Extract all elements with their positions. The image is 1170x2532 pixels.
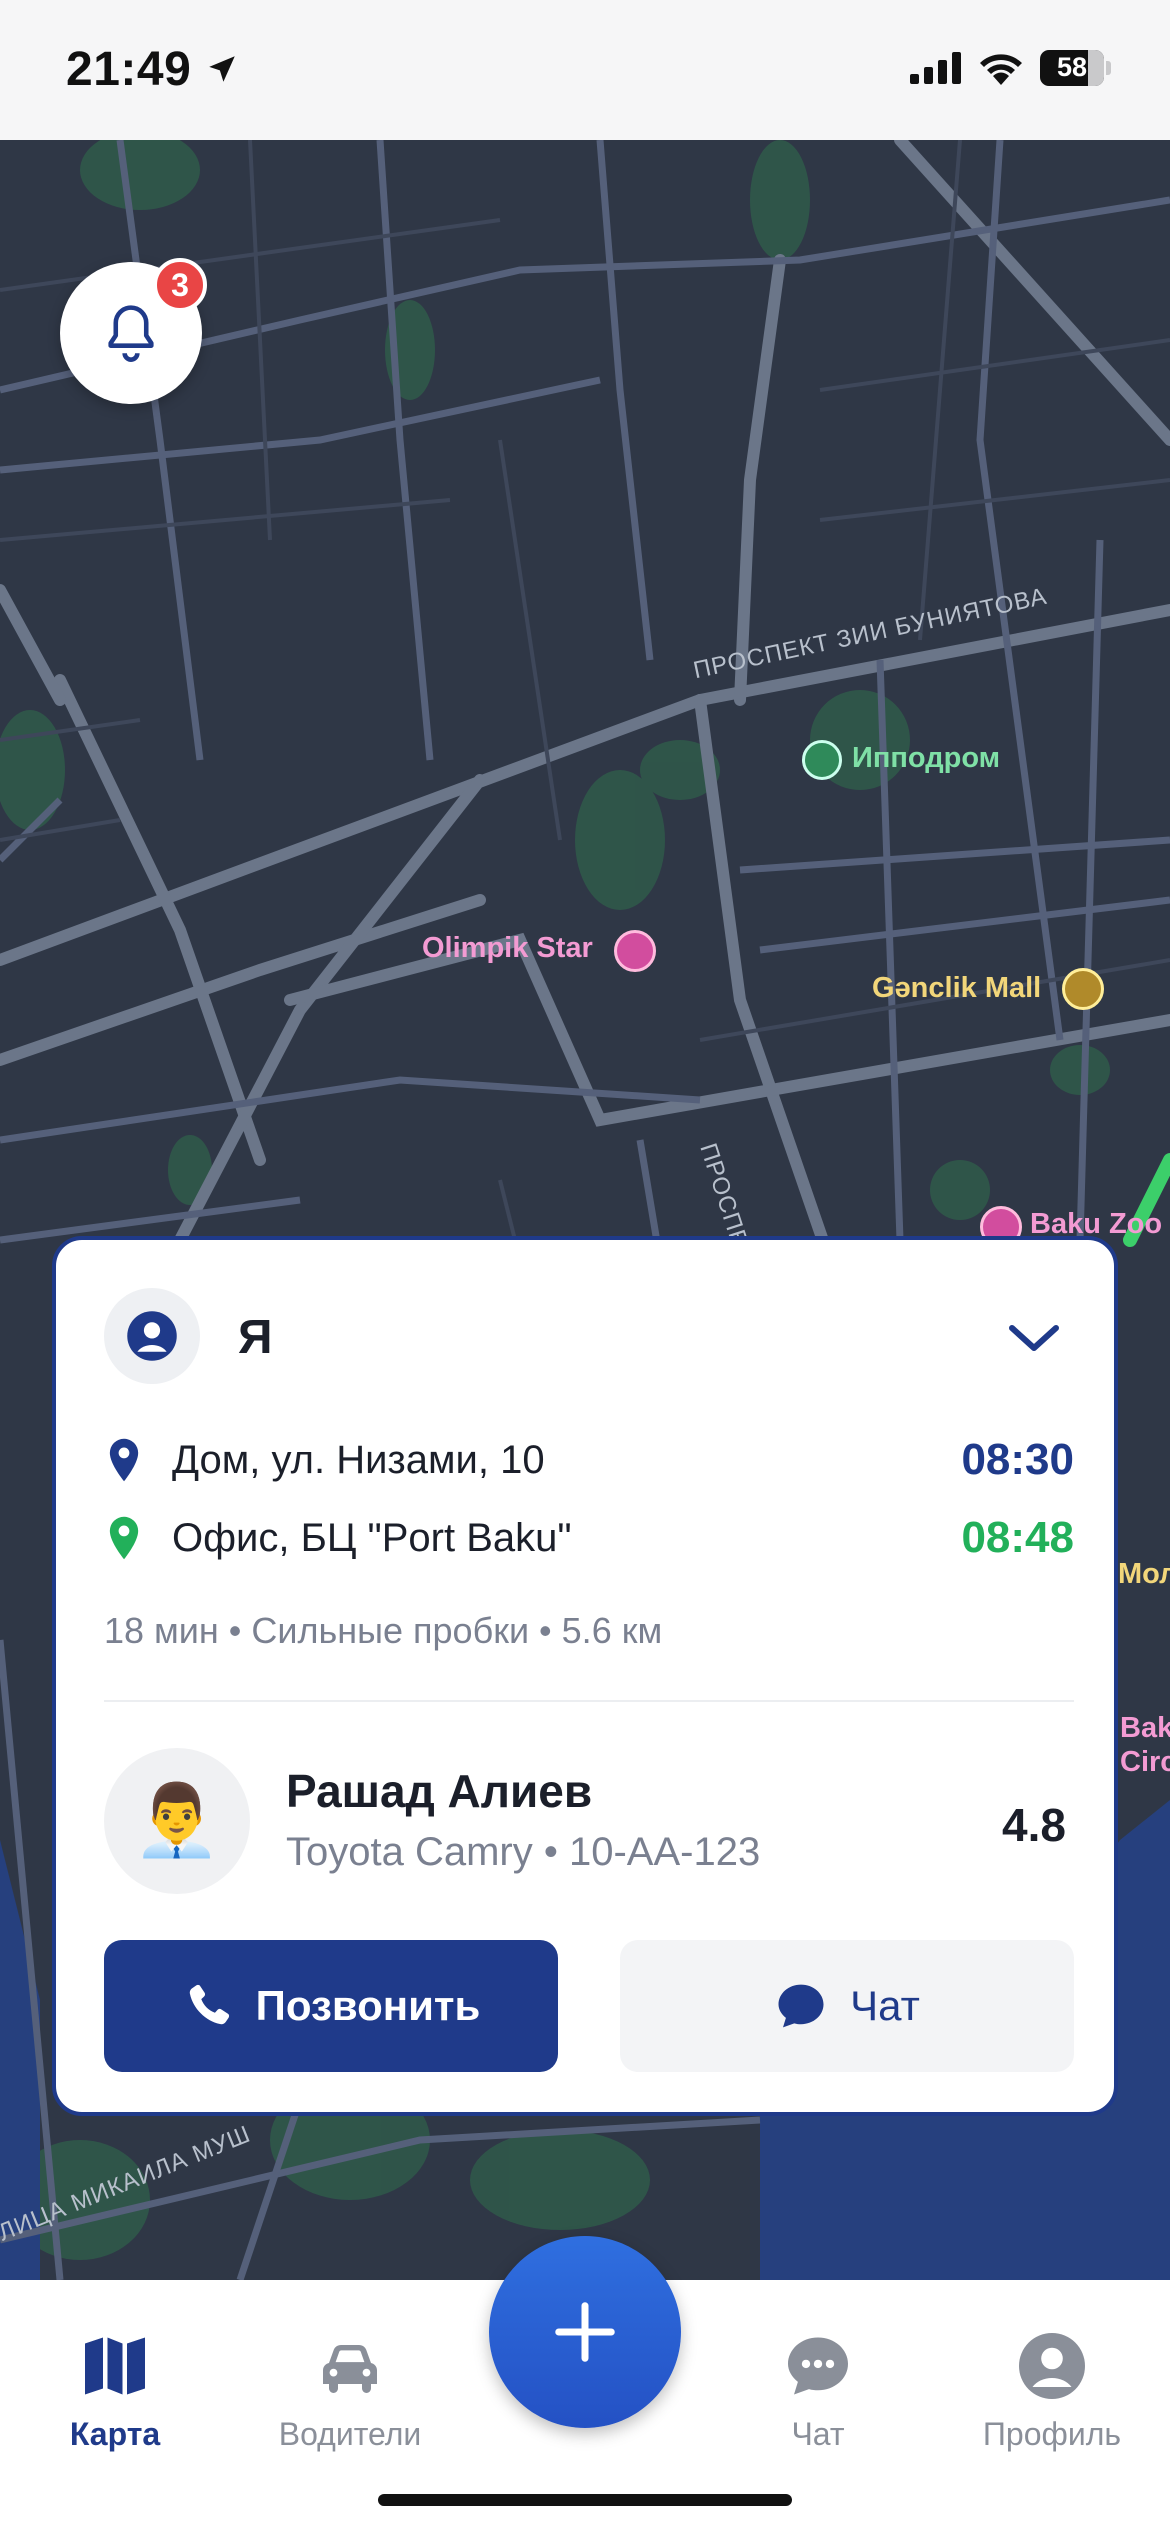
- poi-label: Bak: [1120, 1712, 1170, 1744]
- status-indicators: 58: [910, 50, 1111, 86]
- origin-pin-icon: [104, 1438, 144, 1482]
- poi-label[interactable]: Ипподром: [852, 742, 1000, 775]
- profile-icon: [1019, 2333, 1085, 2399]
- poi-bowling-icon[interactable]: [614, 930, 656, 972]
- tab-map[interactable]: Карта: [15, 2330, 215, 2453]
- chat-bubble-icon: [788, 2337, 848, 2395]
- poi-label: Circ: [1120, 1746, 1170, 1778]
- status-time: 21:49: [66, 43, 192, 96]
- call-button[interactable]: Позвонить: [104, 1940, 558, 2072]
- departure-time: 08:30: [961, 1435, 1074, 1484]
- bell-icon: [108, 305, 154, 362]
- poi-label[interactable]: Olimpik Star: [422, 932, 593, 965]
- tab-label: Чат: [791, 2416, 845, 2452]
- phone-icon: [189, 1984, 229, 2025]
- tab-label: Водители: [278, 2416, 422, 2452]
- tab-drivers[interactable]: Водители: [250, 2330, 450, 2453]
- driver-name: Рашад Алиев: [286, 1765, 593, 1817]
- chat-button[interactable]: Чат: [620, 1940, 1074, 2072]
- location-arrow-icon: [209, 56, 235, 82]
- poi-hippodrome-icon[interactable]: [802, 740, 842, 780]
- route-to: Офис, БЦ "Port Baku" 08:48: [104, 1508, 1074, 1568]
- tab-profile[interactable]: Профиль: [952, 2330, 1152, 2453]
- destination-address: Офис, БЦ "Port Baku": [172, 1515, 572, 1560]
- arrival-time: 08:48: [961, 1513, 1074, 1562]
- poi-label[interactable]: Gənclik Mall: [872, 972, 1041, 1005]
- tab-label: Профиль: [982, 2416, 1122, 2452]
- divider: [104, 1700, 1074, 1702]
- notification-badge: 3: [153, 258, 207, 312]
- wifi-icon: [980, 54, 1022, 85]
- origin-address: Дом, ул. Низами, 10: [172, 1437, 545, 1482]
- driver-rating: 4.8: [1002, 1799, 1066, 1851]
- chat-bubble-icon: [778, 1984, 824, 2028]
- poi-label: Мол: [1118, 1558, 1170, 1590]
- add-button[interactable]: [489, 2236, 681, 2428]
- map-icon: [85, 2337, 145, 2395]
- destination-pin-icon: [104, 1516, 144, 1560]
- status-bar: 21:49 58: [0, 0, 1170, 140]
- passenger-avatar: [104, 1288, 200, 1384]
- plus-icon: [555, 2302, 615, 2362]
- user-circle-icon: [127, 1311, 177, 1361]
- signal-icon: [910, 52, 961, 84]
- tab-chat[interactable]: Чат: [718, 2330, 918, 2453]
- poi-shopping-icon[interactable]: [1062, 968, 1104, 1010]
- call-button-label: Позвонить: [255, 1982, 481, 2029]
- car-icon: [323, 2345, 377, 2393]
- driver-car: Toyota Camry • 10-AA-123: [286, 1830, 761, 1874]
- route-from: Дом, ул. Низами, 10 08:30: [104, 1430, 1074, 1490]
- battery-icon: 58: [1040, 50, 1111, 86]
- trip-meta: 18 мин • Сильные пробки • 5.6 км: [104, 1610, 663, 1651]
- driver-avatar: 👨‍💼: [104, 1748, 250, 1894]
- trip-card: Я Дом, ул. Низами, 10 08:30 Офис, БЦ "Po…: [52, 1236, 1118, 2116]
- chevron-down-icon[interactable]: [1006, 1320, 1062, 1356]
- tab-label: Карта: [69, 2416, 161, 2452]
- passenger-name: Я: [238, 1311, 273, 1364]
- chat-button-label: Чат: [850, 1982, 920, 2029]
- home-indicator: [378, 2494, 792, 2506]
- battery-level: 58: [1056, 52, 1088, 82]
